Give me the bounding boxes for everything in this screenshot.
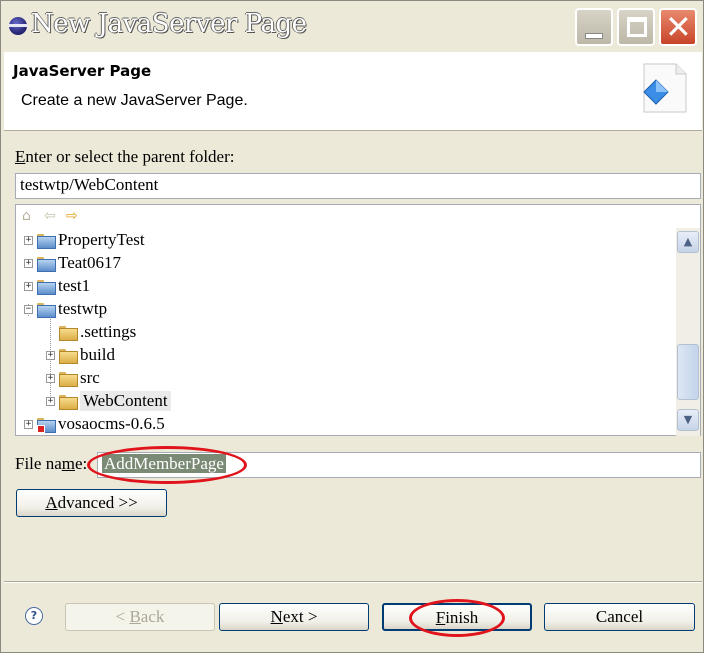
folder-icon — [59, 371, 78, 387]
banner-title: JavaServer Page — [13, 62, 152, 80]
back-button[interactable]: < Back — [65, 603, 215, 631]
maximize-button[interactable] — [617, 8, 655, 46]
next-button[interactable]: Next > — [219, 603, 369, 631]
close-icon: ✕ — [665, 8, 692, 46]
expand-icon[interactable]: + — [24, 281, 33, 291]
parent-folder-label: Enter or select the parent folder: — [15, 147, 235, 166]
forward-arrow-icon[interactable]: ⇨ — [66, 208, 78, 224]
folder-icon — [59, 348, 78, 364]
banner-description: Create a new JavaServer Page. — [21, 92, 248, 109]
tree-item-test1[interactable]: + test1 — [24, 275, 90, 297]
expand-icon[interactable]: + — [46, 373, 55, 383]
tree-item-teat0617[interactable]: + Teat0617 — [24, 252, 121, 274]
tree-item-build[interactable]: + build — [46, 344, 115, 366]
eclipse-icon — [8, 17, 28, 35]
scroll-down-button[interactable]: ▼ — [677, 409, 699, 431]
title-bar[interactable]: New JavaServer Page ✕ — [1, 1, 703, 51]
scroll-thumb[interactable] — [677, 344, 699, 400]
jsp-wizard-icon — [643, 63, 687, 113]
folder-icon — [59, 325, 78, 341]
project-folder-icon — [37, 233, 56, 249]
tree-item-propertytest[interactable]: + PropertyTest — [24, 229, 145, 251]
expand-icon[interactable]: + — [46, 396, 55, 406]
project-folder-icon — [37, 279, 56, 295]
project-folder-icon — [37, 256, 56, 272]
collapse-icon[interactable]: − — [24, 304, 33, 314]
expand-icon[interactable]: + — [24, 235, 33, 245]
dialog-window: New JavaServer Page ✕ JavaServer Page Cr… — [0, 0, 704, 653]
project-error-icon — [37, 417, 56, 433]
file-name-label: File name: — [15, 454, 88, 473]
scroll-up-button[interactable]: ▲ — [677, 231, 699, 253]
help-icon[interactable]: ? — [25, 607, 43, 625]
tree-item-webcontent[interactable]: + WebContent — [46, 390, 171, 412]
tree-scrollbar[interactable]: ▲ ▼ — [676, 228, 700, 436]
footer-separator — [4, 581, 702, 583]
home-icon[interactable]: ⌂ — [22, 208, 31, 224]
folder-tree[interactable]: ⌂ ⇦ ⇨ + PropertyTest + Teat0617 + test1 — [15, 204, 701, 436]
tree-item-settings[interactable]: .settings — [59, 321, 136, 343]
expand-icon[interactable]: + — [46, 350, 55, 360]
expand-icon[interactable]: + — [24, 258, 33, 268]
cancel-button[interactable]: Cancel — [544, 603, 695, 631]
project-folder-icon — [37, 302, 56, 318]
close-button[interactable]: ✕ — [659, 8, 697, 46]
minimize-button[interactable] — [575, 8, 613, 46]
expand-icon[interactable]: + — [24, 419, 33, 429]
parent-folder-input[interactable]: testwtp/WebContent — [15, 173, 701, 199]
file-name-input[interactable]: AddMemberPage — [97, 452, 701, 478]
file-name-value: AddMemberPage — [102, 454, 226, 473]
tree-item-vosaocms[interactable]: + vosaocms-0.6.5 — [24, 413, 165, 435]
tree-list: + PropertyTest + Teat0617 + test1 − test… — [16, 228, 676, 436]
tree-item-testwtp[interactable]: − testwtp — [24, 298, 107, 320]
maximize-icon — [627, 17, 647, 37]
folder-icon — [59, 394, 78, 410]
wizard-banner: JavaServer Page Create a new JavaServer … — [4, 52, 702, 131]
advanced-button[interactable]: Advanced >> — [16, 489, 167, 517]
minimize-icon — [586, 34, 602, 38]
finish-button[interactable]: Finish — [382, 603, 532, 631]
back-arrow-icon[interactable]: ⇦ — [44, 208, 56, 224]
window-title: New JavaServer Page — [31, 9, 307, 39]
tree-item-src[interactable]: + src — [46, 367, 100, 389]
